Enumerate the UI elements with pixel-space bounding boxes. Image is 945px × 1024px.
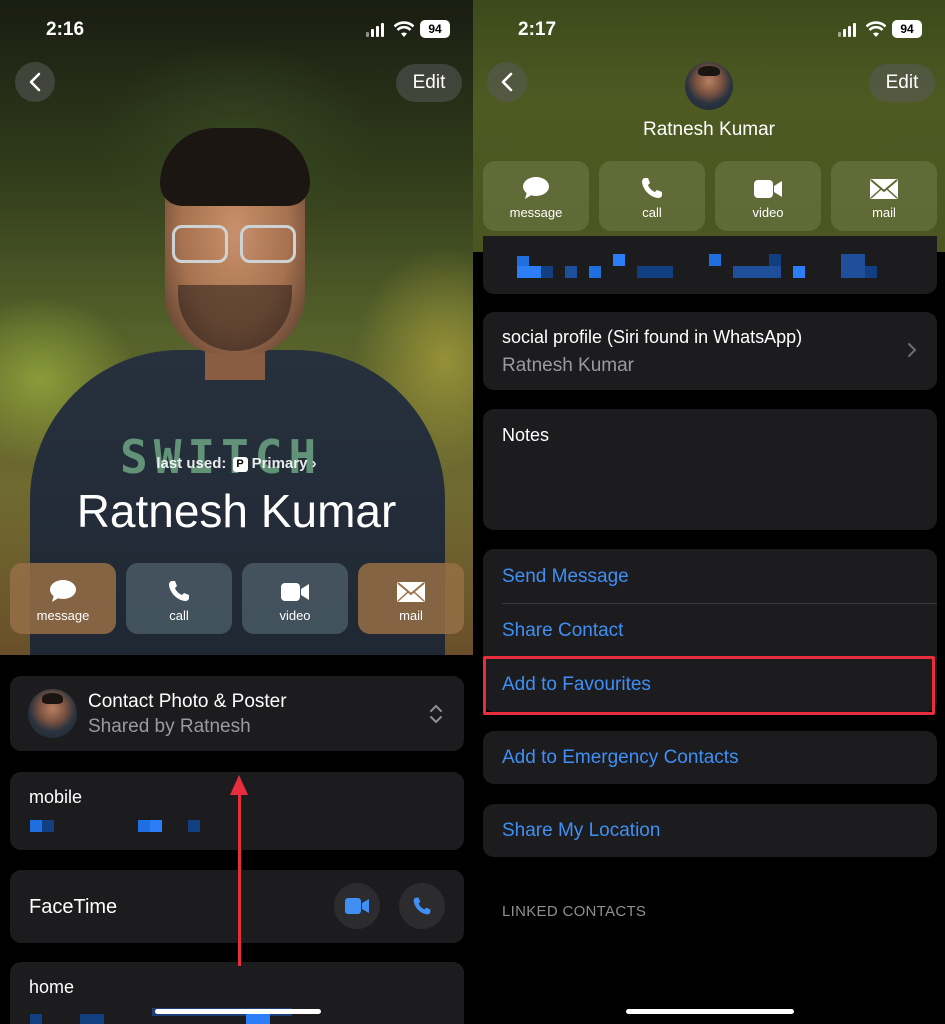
highlight-box [483,656,935,715]
phone-icon [413,897,431,915]
message-icon [50,580,76,602]
last-used-value: Primary [251,455,308,472]
poster-card-title: Contact Photo & Poster [88,691,287,712]
primary-line-badge: P [232,457,248,472]
video-button[interactable]: video [242,563,348,634]
edit-button[interactable]: Edit [869,64,935,102]
notes-card[interactable]: Notes [483,409,937,530]
phone-icon [169,581,189,601]
phone-icon [642,178,662,198]
quick-actions: message call video mail [10,563,464,634]
status-bar: 2:16 94 [0,0,473,56]
video-label: video [752,205,784,220]
social-profile-card[interactable]: social profile (Siri found in WhatsApp) … [483,312,937,390]
chevron-left-icon [501,72,513,92]
video-icon [754,180,782,198]
call-label: call [642,205,662,220]
contact-poster-card[interactable]: Contact Photo & Poster Shared by Ratnesh [10,676,464,751]
back-button[interactable] [487,62,527,102]
facetime-video-button[interactable] [334,883,380,929]
avatar [685,62,733,110]
mobile-label: mobile [29,787,83,807]
mail-button[interactable]: mail [358,563,464,634]
video-label: video [279,608,311,623]
social-profile-label: social profile (Siri found in WhatsApp) [502,327,803,347]
battery-indicator: 94 [892,20,922,38]
last-used-line[interactable]: last used: P Primary › [0,455,473,472]
battery-indicator: 94 [420,20,450,38]
wifi-icon [394,21,414,37]
mail-label: mail [399,608,423,623]
message-button[interactable]: message [483,161,589,231]
left-screen: SWITCH 2:16 94 Edit last used: P Primary … [0,0,473,1024]
message-button[interactable]: message [10,563,116,634]
chevron-right-icon: › [311,455,317,472]
mail-label: mail [872,205,896,220]
share-location-card[interactable]: Share My Location [483,804,937,857]
glasses [172,225,298,265]
edit-button[interactable]: Edit [396,64,462,102]
facetime-label: FaceTime [29,896,118,918]
status-time: 2:16 [46,19,85,40]
mail-icon [870,179,898,199]
mail-button[interactable]: mail [831,161,937,231]
home-indicator[interactable] [155,1009,321,1014]
share-my-location-link[interactable]: Share My Location [502,820,660,842]
add-emergency-contacts-link[interactable]: Add to Emergency Contacts [502,747,739,769]
facetime-card: FaceTime [10,870,464,943]
redacted-field-card[interactable] [483,236,937,294]
right-screen: 2:17 94 Edit Ratnesh Kumar message call … [473,0,945,1024]
chevron-right-icon [908,343,917,357]
home-label: home [29,977,75,997]
call-button[interactable]: call [126,563,232,634]
status-time: 2:17 [518,19,557,40]
status-bar: 2:17 94 [473,0,945,56]
home-indicator[interactable] [626,1009,794,1014]
contact-poster: SWITCH [0,0,473,655]
message-label: message [36,608,90,623]
facetime-audio-button[interactable] [399,883,445,929]
message-label: message [509,205,563,220]
call-button[interactable]: call [599,161,705,231]
contact-name: Ratnesh Kumar [76,485,397,537]
back-button[interactable] [15,62,55,102]
video-button[interactable]: video [715,161,821,231]
last-used-label: last used: [156,455,227,472]
chevron-up-down-icon [430,704,442,724]
video-icon [281,583,309,601]
send-message-link[interactable]: Send Message [502,566,629,588]
signal-icon [838,23,858,37]
signal-icon [366,23,386,37]
annotation-arrow [238,790,241,966]
contact-name: Ratnesh Kumar [642,119,775,140]
message-icon [523,177,549,199]
chevron-left-icon [29,72,41,92]
social-profile-value: Ratnesh Kumar [502,355,635,376]
video-icon [345,898,369,914]
quick-actions: message call video mail [483,161,937,231]
wifi-icon [866,21,886,37]
notes-label: Notes [502,425,550,445]
avatar [28,689,77,738]
share-contact-link[interactable]: Share Contact [502,620,623,642]
call-label: call [169,608,189,623]
emergency-contacts-card[interactable]: Add to Emergency Contacts [483,731,937,784]
home-card[interactable]: home [10,962,464,1024]
poster-card-subtitle: Shared by Ratnesh [88,716,251,737]
mail-icon [397,582,425,602]
linked-contacts-header: LINKED CONTACTS [502,903,647,920]
